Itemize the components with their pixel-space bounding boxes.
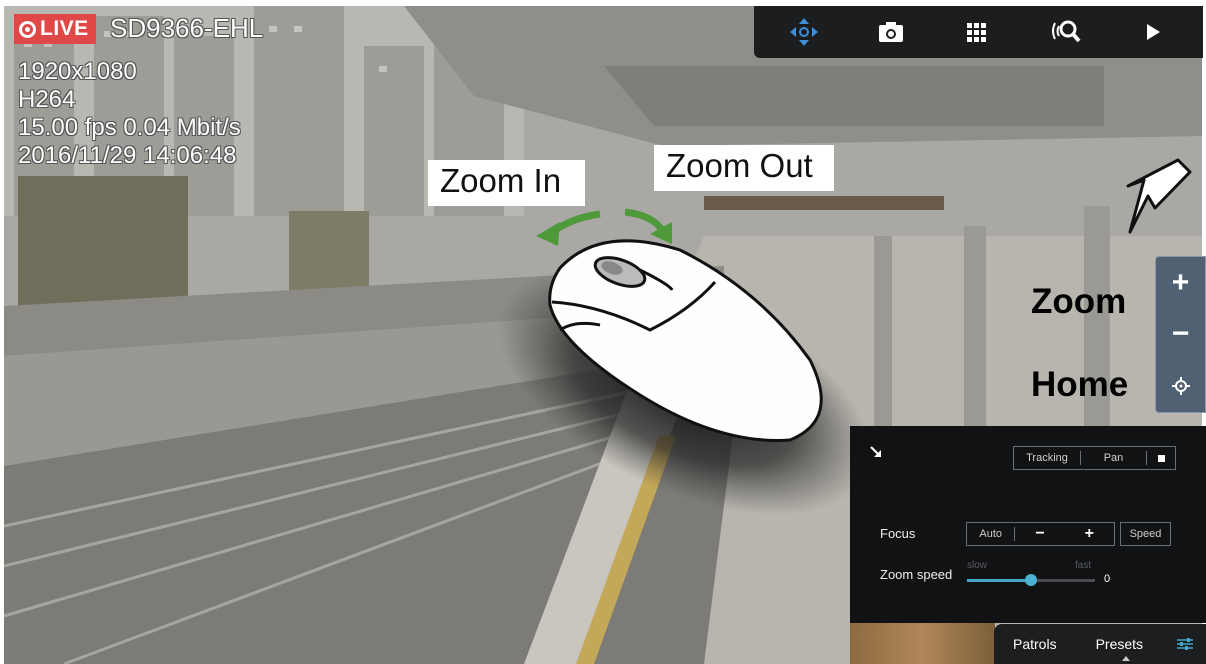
- collapse-arrow-icon: [870, 446, 881, 457]
- focus-label: Focus: [880, 526, 916, 541]
- home-button[interactable]: [1163, 368, 1199, 404]
- video-preview-strip: [850, 623, 995, 664]
- zoom-out-button[interactable]: −: [1163, 316, 1199, 352]
- zoom-panel: + −: [1155, 256, 1206, 413]
- zoom-speed-label: Zoom speed: [880, 567, 953, 582]
- zoom-in-button[interactable]: +: [1163, 265, 1199, 301]
- mode-selector: Tracking Pan: [1013, 446, 1176, 470]
- zoom-out-callout: Zoom Out: [654, 145, 834, 191]
- zoom-speed-value: 0: [1104, 573, 1111, 585]
- focus-far-button[interactable]: +: [1065, 523, 1114, 545]
- zoom-speed-slider[interactable]: [967, 574, 1095, 586]
- zoom-in-callout: Zoom In: [428, 160, 585, 206]
- focus-controls: Auto − +: [966, 522, 1115, 546]
- stop-icon: [1157, 454, 1165, 462]
- slow-caption: slow: [967, 560, 988, 571]
- zoom-callout: Zoom: [1031, 282, 1127, 321]
- slider-handle[interactable]: [1025, 574, 1037, 586]
- tab-patrols[interactable]: Patrols: [994, 624, 1076, 664]
- home-target-icon: [1171, 377, 1190, 396]
- ptz-control-panel: Tracking Pan Focus Auto − + Speed Zoom s…: [850, 426, 1206, 623]
- pan-mode-button[interactable]: Pan: [1081, 447, 1146, 469]
- focus-auto-button[interactable]: Auto: [967, 523, 1014, 545]
- collapse-panel-button[interactable]: [870, 446, 884, 460]
- bottom-tabs: Patrols Presets: [994, 624, 1206, 664]
- focus-near-button[interactable]: −: [1015, 523, 1064, 545]
- slider-fill: [967, 579, 1031, 582]
- fast-caption: fast: [1075, 560, 1092, 571]
- home-callout: Home: [1031, 365, 1129, 404]
- focus-speed-button[interactable]: Speed: [1120, 522, 1171, 546]
- scroll-arrows: [536, 208, 672, 246]
- sliders-icon: [1177, 638, 1193, 650]
- tab-presets[interactable]: Presets: [1076, 624, 1155, 664]
- tracking-mode-button[interactable]: Tracking: [1014, 447, 1080, 469]
- mouse-illustration: [548, 239, 823, 442]
- stop-button[interactable]: [1147, 447, 1175, 469]
- settings-menu-button[interactable]: [1164, 624, 1206, 664]
